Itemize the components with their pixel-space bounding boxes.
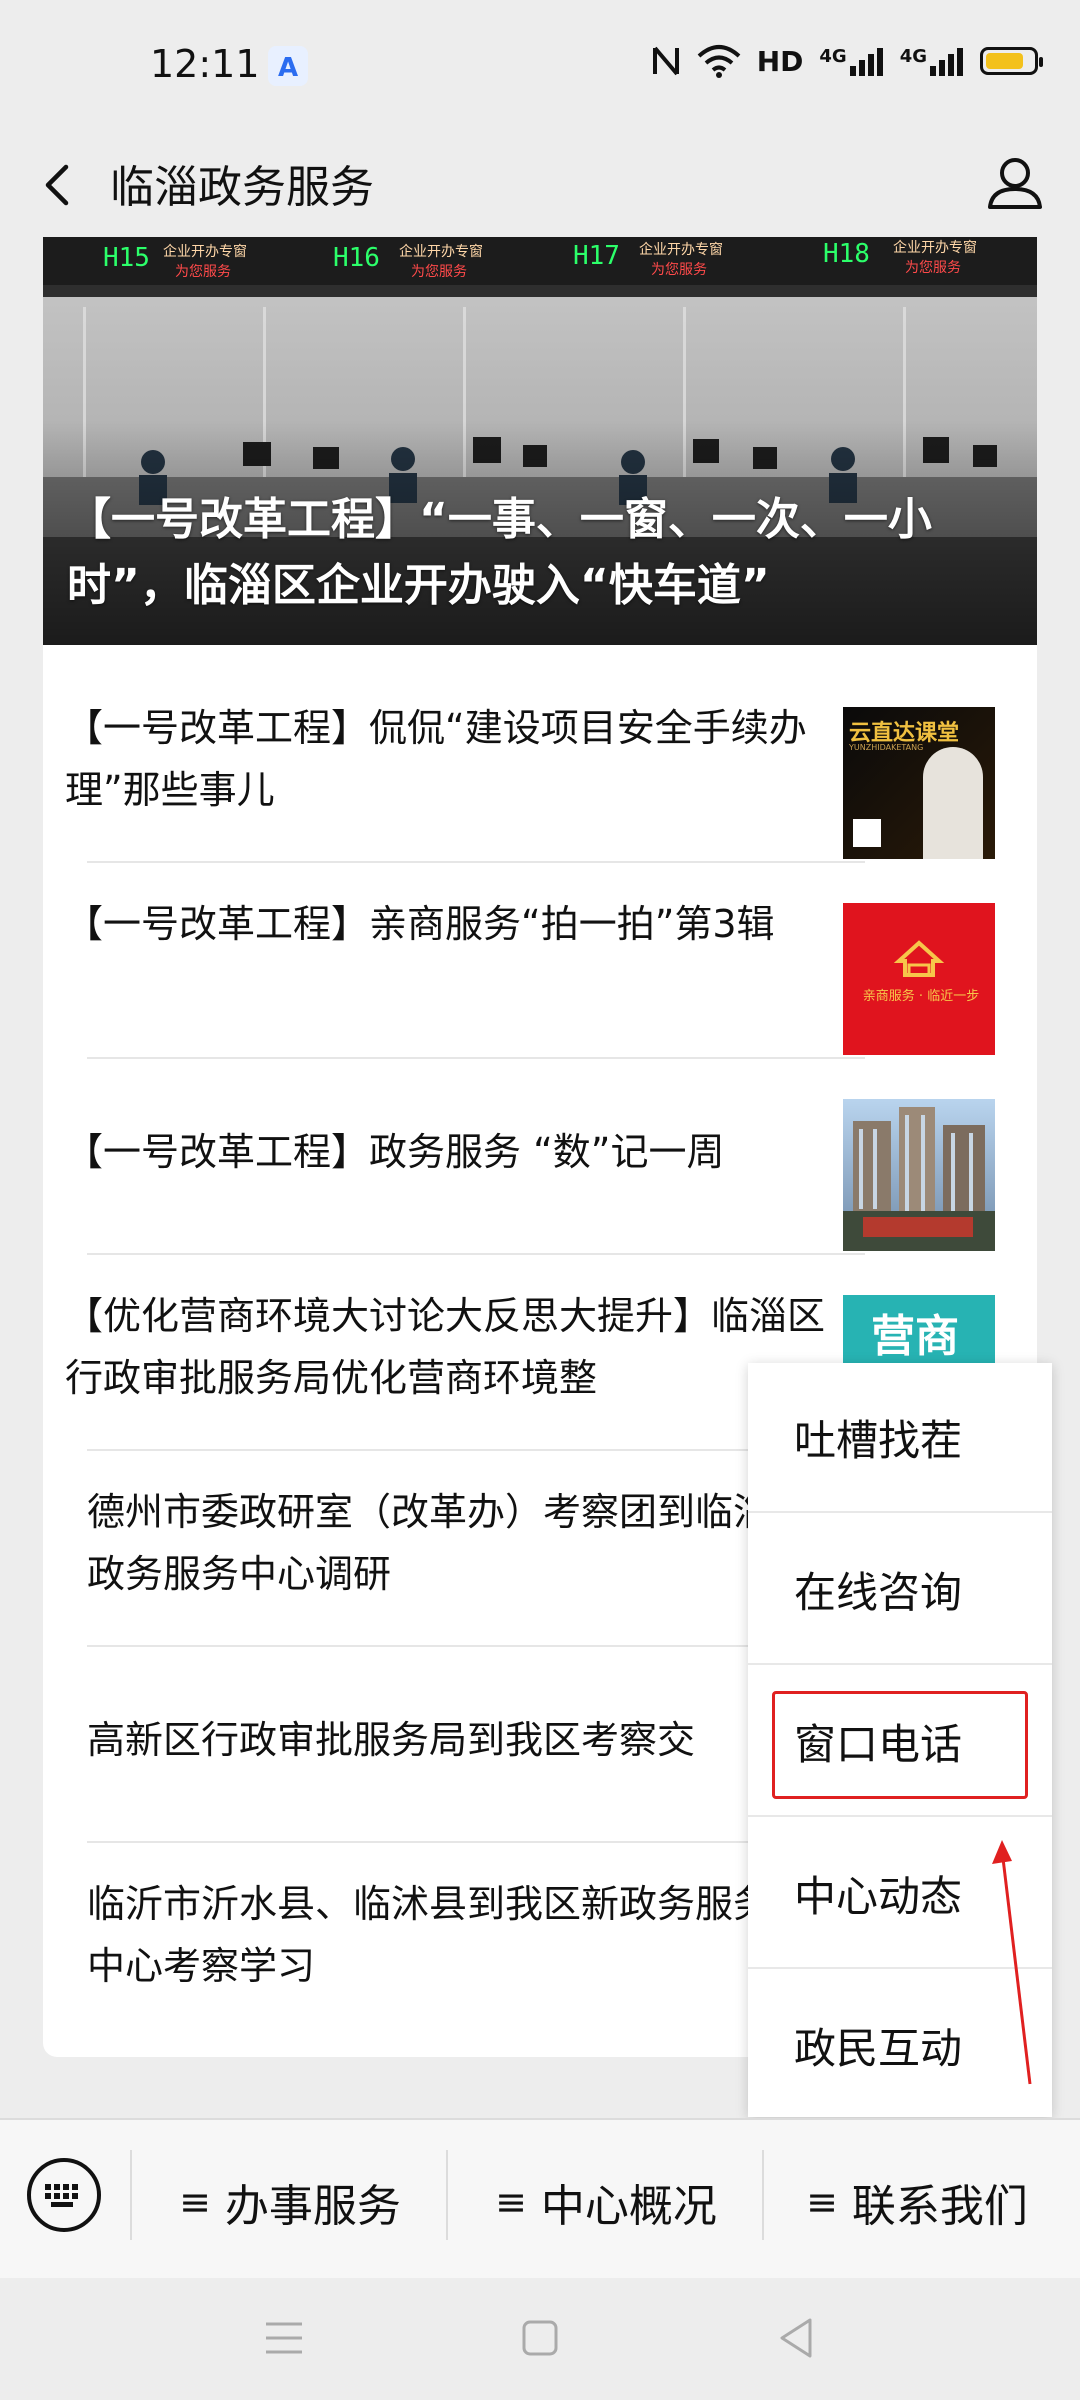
divider [748,1663,1052,1665]
status-icons: HD 4G 4G [651,44,1043,78]
bottom-menu-bar: ≡ 办事服务 ≡ 中心概况 ≡ 联系我们 [0,2118,1080,2280]
hero-caption: 【一号改革工程】“一事、一窗、一次、一小时”，临淄区企业开办驶入“快车道” [67,494,932,611]
system-navigation-bar [0,2278,1080,2400]
keyboard-icon[interactable] [27,2158,101,2232]
nfc-icon [652,46,679,76]
window-sign-h17: H17 [573,241,620,271]
nav-bar: 临淄政务服务 [0,135,1080,235]
status-time: 12:11 [150,42,260,86]
wifi-icon [697,45,741,78]
article-title: 高新区行政审批服务局到我区考察交 [87,1718,696,1762]
menu-item-online-consult[interactable]: 在线咨询 [748,1515,1052,1665]
house-logo-icon [893,940,945,977]
hero-article[interactable]: H15 企业开办专窗 为您服务 H16 企业开办专窗 为您服务 H17 企业开办… [43,237,1037,645]
window-note-h15: 为您服务 [175,264,231,280]
thumb-text: 亲商服务 · 临近一步 [862,989,980,1004]
article-thumb-yunzhida: 云直达课堂 YUNZHIDAKETANG [843,707,995,859]
divider [762,2150,764,2240]
battery-icon [980,47,1043,75]
app-badge-icon: A [268,46,308,86]
window-sub-h16: 企业开办专窗 [399,244,483,260]
window-note-h16: 为您服务 [411,264,467,280]
window-sign-h18: H18 [823,239,870,269]
home-icon[interactable] [520,2318,560,2358]
tab-label: 办事服务 [224,2181,401,2232]
thumb-qr [853,819,881,847]
article-title: 【一号改革工程】亲商服务“拍一拍”第3辑 [65,902,775,946]
divider [748,1511,1052,1513]
article-title: 【一号改革工程】政务服务 “数”记一周 [65,1130,725,1174]
article-item-1[interactable]: 【一号改革工程】侃侃“建设项目安全手续办理”那些事儿 云直达课堂 YUNZHID… [43,667,1037,863]
signal-2-icon: 4G [900,46,964,76]
article-thumb-building [843,1099,995,1251]
tab-label: 中心概况 [540,2181,717,2232]
tab-contact-us[interactable]: ≡ 联系我们 [772,2162,1062,2242]
signal-1-icon: 4G [819,46,883,76]
thumb-person [923,747,983,859]
network-hd-label: HD [756,44,804,78]
window-sub-h18: 企业开办专窗 [893,240,977,256]
article-item-3[interactable]: 【一号改革工程】政务服务 “数”记一周 [43,1059,1037,1255]
window-note-h18: 为您服务 [905,260,961,276]
highlight-window-phone [772,1691,1028,1799]
page-title: 临淄政务服务 [110,162,374,213]
thumb-sub: YUNZHIDAKETANG [849,743,924,752]
menu-lines-icon: ≡ [495,2180,527,2224]
article-thumb-qinshang: 亲商服务 · 临近一步 [843,903,995,1055]
arrow-annotation-icon [992,1840,1032,2085]
window-sub-h15: 企业开办专窗 [163,244,247,260]
back-triangle-icon[interactable] [774,2316,818,2360]
chevron-left-icon[interactable] [30,145,90,225]
status-bar: 12:11 A HD 4G 4G [0,0,1080,135]
article-title: 德州市委政研室（改革办）考察团到临淄政务服务中心调研 [87,1490,772,1596]
tab-services[interactable]: ≡ 办事服务 [140,2162,440,2242]
menu-lines-icon: ≡ [179,2180,211,2224]
window-sign-h15: H15 [103,243,150,273]
article-item-2[interactable]: 【一号改革工程】亲商服务“拍一拍”第3辑 亲商服务 · 临近一步 [43,863,1037,1059]
menu-icon[interactable] [262,2318,306,2358]
tab-center-overview[interactable]: ≡ 中心概况 [456,2162,756,2242]
building-image [843,1107,995,1251]
divider [748,1815,1052,1817]
user-icon[interactable] [980,145,1050,225]
window-note-h17: 为您服务 [651,262,707,278]
article-title: 【一号改革工程】侃侃“建设项目安全手续办理”那些事儿 [65,706,807,812]
article-title: 临沂市沂水县、临沭县到我区新政务服务中心考察学习 [87,1882,772,1988]
window-sub-h17: 企业开办专窗 [639,242,723,258]
divider [446,2150,448,2240]
battery-level [986,53,1023,69]
window-sign-h16: H16 [333,243,380,273]
divider [130,2150,132,2240]
article-title: 【优化营商环境大讨论大反思大提升】临淄区行政审批服务局优化营商环境整 [65,1294,826,1400]
tab-label: 联系我们 [851,2181,1028,2232]
menu-item-complaint[interactable]: 吐槽找茬 [748,1363,1052,1513]
menu-lines-icon: ≡ [806,2180,838,2224]
